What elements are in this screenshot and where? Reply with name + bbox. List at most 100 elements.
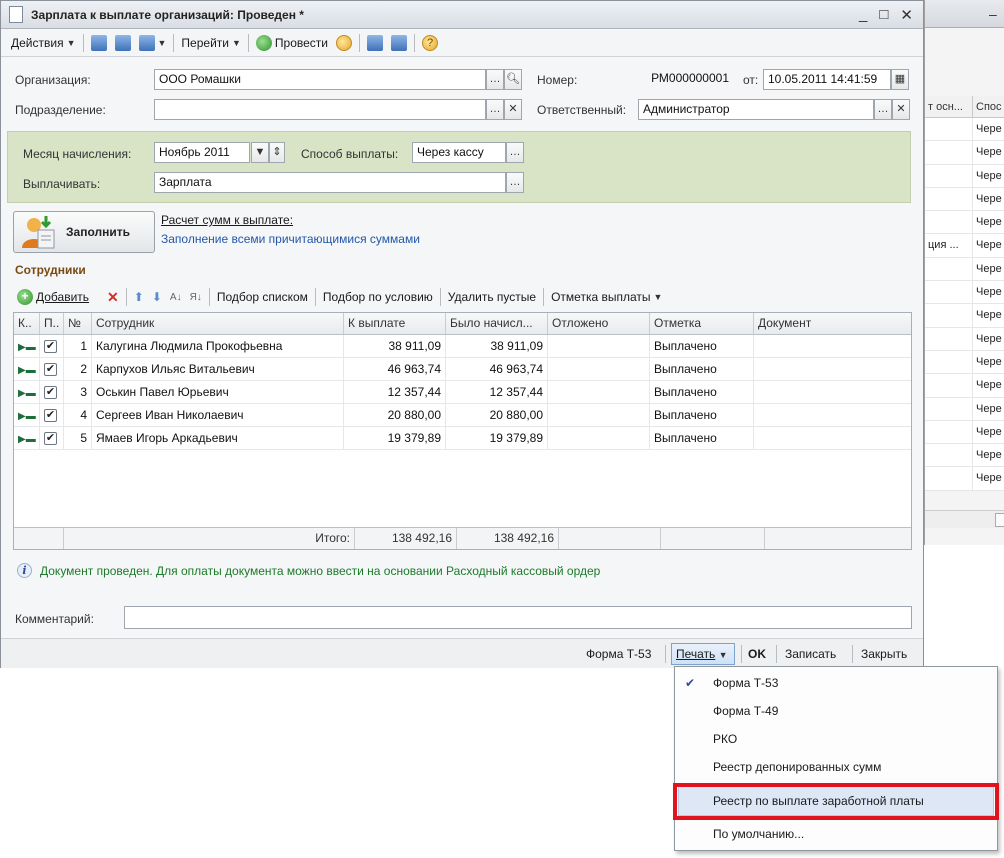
column-header-mark[interactable]: Отметка <box>650 313 754 334</box>
bg-table-row[interactable]: Чере <box>925 118 1004 142</box>
fill-button[interactable]: Заполнить <box>13 211 155 253</box>
bg-column-header[interactable]: Спос <box>973 96 1004 117</box>
bg-table-row[interactable]: ция ... Чере <box>925 234 1004 258</box>
bg-table-row[interactable]: Чере <box>925 467 1004 491</box>
check-icon[interactable]: ✔ <box>44 432 57 446</box>
check-icon[interactable]: ✔ <box>44 386 57 400</box>
sort-desc-icon[interactable]: Я↓ <box>186 292 206 303</box>
bg-table-row[interactable]: Чере <box>925 141 1004 165</box>
table-row[interactable]: ▶▬ ✔ 2 Карпухов Ильяс Витальевич 46 963,74 46… <box>14 358 911 381</box>
print-button[interactable]: Печать ▼ <box>671 643 735 665</box>
paymethod-field[interactable]: Через кассу <box>412 142 506 163</box>
number-field[interactable]: РМ000000001 <box>635 69 735 90</box>
reread-button[interactable] <box>111 34 135 51</box>
goto-menu[interactable]: Перейти ▼ <box>177 36 244 50</box>
close-icon[interactable]: ✕ <box>900 6 913 24</box>
row-document[interactable] <box>754 427 872 449</box>
check-icon[interactable]: ✔ <box>44 340 57 354</box>
payout-field[interactable]: Зарплата <box>154 172 506 193</box>
row-employee[interactable]: Оськин Павел Юрьевич <box>92 381 344 403</box>
help-button[interactable]: ? <box>418 34 442 51</box>
ellipsis-icon[interactable]: … <box>874 99 892 120</box>
comment-field[interactable] <box>124 606 912 629</box>
org-field[interactable]: ООО Ромашки <box>154 69 486 90</box>
row-deferred[interactable] <box>548 358 650 380</box>
row-to-pay[interactable]: 12 357,44 <box>344 381 446 403</box>
row-document[interactable] <box>754 381 872 403</box>
responsible-field[interactable]: Администратор <box>638 99 874 120</box>
row-accrued[interactable]: 46 963,74 <box>446 358 548 380</box>
row-mark[interactable]: Выплачено <box>650 358 754 380</box>
row-mark[interactable]: Выплачено <box>650 404 754 426</box>
add-button[interactable]: + Добавить <box>13 289 93 305</box>
calendar-icon[interactable]: ▦ <box>891 69 909 90</box>
bg-table-row[interactable]: Чере <box>925 374 1004 398</box>
ellipsis-icon[interactable]: … <box>506 142 524 163</box>
chevron-down-icon[interactable]: ▼ <box>251 142 269 163</box>
scroll-thumb[interactable] <box>995 513 1004 527</box>
bg-column-header[interactable]: т осн... <box>925 96 973 117</box>
row-accrued[interactable]: 19 379,89 <box>446 427 548 449</box>
column-header-k[interactable]: К.. <box>14 313 40 334</box>
bg-table-row[interactable]: Чере <box>925 257 1004 282</box>
check-icon[interactable]: ✔ <box>44 363 57 377</box>
bg-table-row[interactable]: Чере <box>925 164 1004 188</box>
save-button[interactable]: Записать <box>785 647 836 661</box>
background-scrollbar[interactable] <box>925 510 1004 528</box>
row-employee[interactable]: Калугина Людмила Прокофьевна <box>92 335 344 357</box>
stepper-icon[interactable]: ⇕ <box>269 142 285 163</box>
row-mark[interactable]: Выплачено <box>650 381 754 403</box>
arrow-up-icon[interactable]: ⬆ <box>130 290 148 304</box>
menu-item-default[interactable]: По умолчанию... <box>675 820 997 848</box>
list-settings-button[interactable] <box>387 34 411 51</box>
date-field[interactable]: 10.05.2011 14:41:59 <box>763 69 891 90</box>
maximize-icon[interactable]: □ <box>879 6 888 24</box>
bg-table-row[interactable]: Чере <box>925 397 1004 421</box>
row-checkbox[interactable]: ✔ <box>40 427 64 449</box>
mark-payment-menu[interactable]: Отметка выплаты ▼ <box>547 290 666 304</box>
ellipsis-icon[interactable]: … <box>506 172 524 193</box>
row-document[interactable] <box>754 358 872 380</box>
row-to-pay[interactable]: 38 911,09 <box>344 335 446 357</box>
table-row[interactable]: ▶▬ ✔ 3 Оськин Павел Юрьевич 12 357,44 12 357,… <box>14 381 911 404</box>
row-deferred[interactable] <box>548 404 650 426</box>
based-on-button[interactable]: ▼ <box>135 34 171 51</box>
post-button[interactable]: Провести <box>252 34 332 51</box>
dept-field[interactable] <box>154 99 486 120</box>
clear-icon[interactable]: ✕ <box>892 99 910 120</box>
ellipsis-icon[interactable]: … <box>486 99 504 120</box>
row-to-pay[interactable]: 20 880,00 <box>344 404 446 426</box>
month-field[interactable]: Ноябрь 2011 <box>154 142 250 163</box>
fill-all-link[interactable]: Заполнение всеми причитающимися суммами <box>161 232 420 246</box>
bg-table-row[interactable]: Чере <box>925 304 1004 328</box>
menu-item-form-t53[interactable]: ✔ Форма Т-53 <box>675 669 997 697</box>
column-header-employee[interactable]: Сотрудник <box>92 313 344 334</box>
actions-menu[interactable]: Действия ▼ <box>7 36 80 50</box>
row-checkbox[interactable]: ✔ <box>40 335 64 357</box>
table-row[interactable]: ▶▬ ✔ 5 Ямаев Игорь Аркадьевич 19 379,89 19 37… <box>14 427 911 450</box>
row-employee[interactable]: Ямаев Игорь Аркадьевич <box>92 427 344 449</box>
row-deferred[interactable] <box>548 335 650 357</box>
row-checkbox[interactable]: ✔ <box>40 358 64 380</box>
bg-table-row[interactable]: Чере <box>925 420 1004 445</box>
bg-table-row[interactable]: Чере <box>925 187 1004 212</box>
check-icon[interactable]: ✔ <box>44 409 57 423</box>
row-deferred[interactable] <box>548 381 650 403</box>
table-row[interactable]: ▶▬ ✔ 4 Сергеев Иван Николаевич 20 880,00 20 8… <box>14 404 911 427</box>
column-header-deferred[interactable]: Отложено <box>548 313 650 334</box>
form-t53-button[interactable]: Форма Т-53 <box>586 647 651 661</box>
row-document[interactable] <box>754 404 872 426</box>
ellipsis-icon[interactable]: … <box>486 69 504 90</box>
column-header-number[interactable]: № <box>64 313 92 334</box>
structure-button[interactable] <box>363 34 387 51</box>
pick-condition-button[interactable]: Подбор по условию <box>319 290 437 304</box>
close-button[interactable]: Закрыть <box>861 647 907 661</box>
search-icon[interactable]: 🔍︎ <box>504 69 522 90</box>
bg-table-row[interactable]: Чере <box>925 211 1004 235</box>
refresh-button[interactable] <box>87 34 111 51</box>
clear-icon[interactable]: ✕ <box>504 99 522 120</box>
row-employee[interactable]: Сергеев Иван Николаевич <box>92 404 344 426</box>
row-accrued[interactable]: 38 911,09 <box>446 335 548 357</box>
menu-item-rko[interactable]: РКО <box>675 725 997 753</box>
calc-link[interactable]: Расчет сумм к выплате: <box>161 213 293 227</box>
